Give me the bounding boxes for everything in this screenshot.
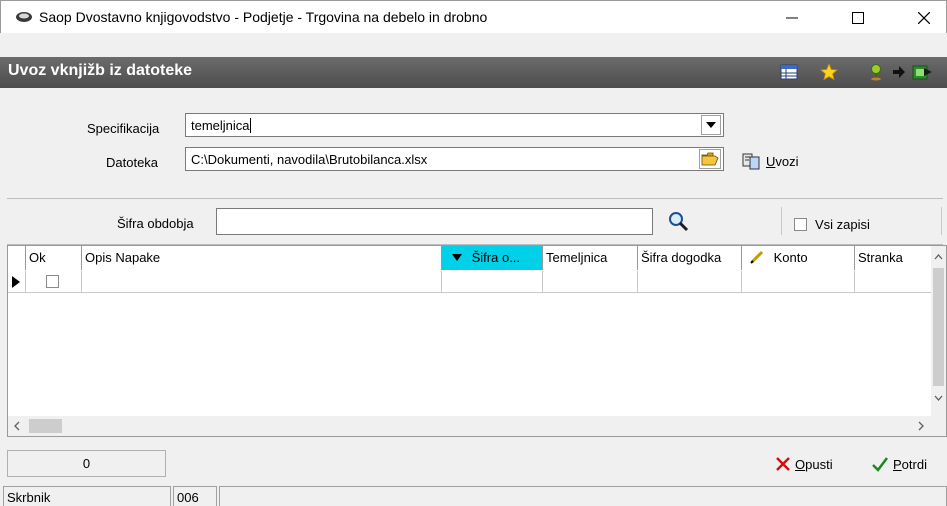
vsi-zapisi-checkbox[interactable] — [794, 218, 807, 231]
sifra-obdobja-label: Šifra obdobja — [117, 216, 194, 231]
row-indicator-header — [8, 246, 26, 270]
uvozi-button[interactable]: Uvozi — [742, 150, 799, 172]
table-row[interactable] — [8, 271, 933, 293]
row-indicator — [8, 271, 26, 293]
form-header: Uvoz vknjižb iz datoteke — [0, 57, 947, 88]
import-form-panel — [7, 91, 943, 199]
pencil-icon — [750, 250, 764, 264]
arrow-right-icon[interactable] — [889, 63, 907, 81]
horizontal-scroll-thumb[interactable] — [29, 419, 62, 433]
exit-icon[interactable] — [910, 63, 936, 81]
opusti-label: Opusti — [795, 456, 833, 472]
sort-descending-icon — [452, 254, 462, 261]
specifikacija-dropdown-button[interactable] — [701, 115, 721, 135]
specifikacija-select[interactable]: temeljnica — [185, 113, 724, 137]
form-title: Uvoz vknjižb iz datoteke — [8, 62, 193, 79]
scroll-left-icon[interactable] — [10, 416, 24, 436]
sifra-obdobja-input[interactable] — [216, 208, 653, 235]
grid-header: Ok Opis Napake Šifra o... Temeljnica Šif… — [8, 246, 946, 270]
maximize-button[interactable] — [835, 1, 881, 34]
status-user: Skrbnik — [3, 486, 171, 506]
minimize-button[interactable] — [769, 1, 815, 34]
column-header-sifra-obdobja[interactable]: Šifra o... — [442, 246, 543, 270]
uvozi-label: Uvozi — [766, 153, 799, 169]
record-count: 0 — [7, 450, 166, 477]
scroll-down-icon[interactable] — [931, 391, 946, 405]
import-icon — [742, 153, 760, 170]
vertical-scrollbar[interactable] — [931, 246, 946, 436]
cell-konto[interactable] — [742, 271, 855, 293]
window-titlebar: Saop Dvostavno knjigovodstvo - Podjetje … — [0, 0, 947, 33]
cell-sifra-obdobja[interactable] — [442, 271, 543, 293]
browse-file-button[interactable] — [699, 149, 721, 169]
column-header-stranka[interactable]: Stranka — [855, 246, 933, 270]
chevron-down-icon — [706, 122, 716, 128]
column-header-temeljnica[interactable]: Temeljnica — [543, 246, 638, 270]
datoteka-input[interactable]: C:\Dokumenti, navodila\Brutobilanca.xlsx — [185, 147, 724, 171]
checkmark-icon — [872, 457, 888, 472]
search-icon[interactable] — [667, 210, 689, 232]
specifikacija-label: Specifikacija — [87, 121, 160, 136]
map-pin-icon[interactable] — [867, 63, 885, 81]
errors-grid[interactable]: Ok Opis Napake Šifra o... Temeljnica Šif… — [7, 245, 947, 437]
vertical-scroll-thumb[interactable] — [933, 268, 944, 386]
column-header-opis-napake[interactable]: Opis Napake — [82, 246, 442, 270]
toolbar-separator — [941, 207, 942, 235]
cell-ok[interactable] — [26, 271, 82, 293]
current-row-arrow-icon — [12, 276, 20, 288]
text-caret — [249, 118, 251, 133]
table-icon[interactable] — [780, 63, 798, 81]
column-header-ok[interactable]: Ok — [26, 246, 82, 270]
statusbar: Skrbnik 006 — [0, 484, 947, 506]
cell-stranka[interactable] — [855, 271, 933, 293]
column-header-konto[interactable]: Konto — [742, 246, 855, 270]
cell-sifra-dogodka[interactable] — [638, 271, 742, 293]
scroll-right-icon[interactable] — [914, 416, 928, 436]
cell-opis-napake[interactable] — [82, 271, 442, 293]
window-title: Saop Dvostavno knjigovodstvo - Podjetje … — [39, 9, 488, 25]
column-header-sifra-dogodka[interactable]: Šifra dogodka — [638, 246, 742, 270]
datoteka-label: Datoteka — [106, 155, 159, 170]
potrdi-label: Potrdi — [893, 456, 927, 472]
status-message — [219, 486, 947, 506]
maximize-icon — [852, 11, 864, 24]
scroll-up-icon[interactable] — [931, 250, 946, 264]
open-folder-icon — [701, 152, 719, 166]
specifikacija-value: temeljnica — [191, 118, 250, 133]
star-icon[interactable] — [820, 63, 838, 81]
cancel-x-icon — [776, 457, 790, 471]
datoteka-value: C:\Dokumenti, navodila\Brutobilanca.xlsx — [191, 152, 428, 167]
close-icon — [918, 11, 930, 24]
status-code: 006 — [173, 486, 217, 506]
toolbar-separator — [781, 207, 782, 235]
cell-temeljnica[interactable] — [543, 271, 638, 293]
ok-checkbox[interactable] — [46, 275, 59, 288]
minimize-icon — [786, 17, 798, 18]
close-button[interactable] — [901, 1, 947, 34]
vsi-zapisi-label: Vsi zapisi — [815, 217, 870, 232]
horizontal-scrollbar[interactable] — [8, 416, 933, 436]
opusti-button[interactable]: Opusti — [775, 452, 833, 476]
potrdi-button[interactable]: Potrdi — [871, 452, 927, 476]
app-icon — [16, 12, 32, 22]
